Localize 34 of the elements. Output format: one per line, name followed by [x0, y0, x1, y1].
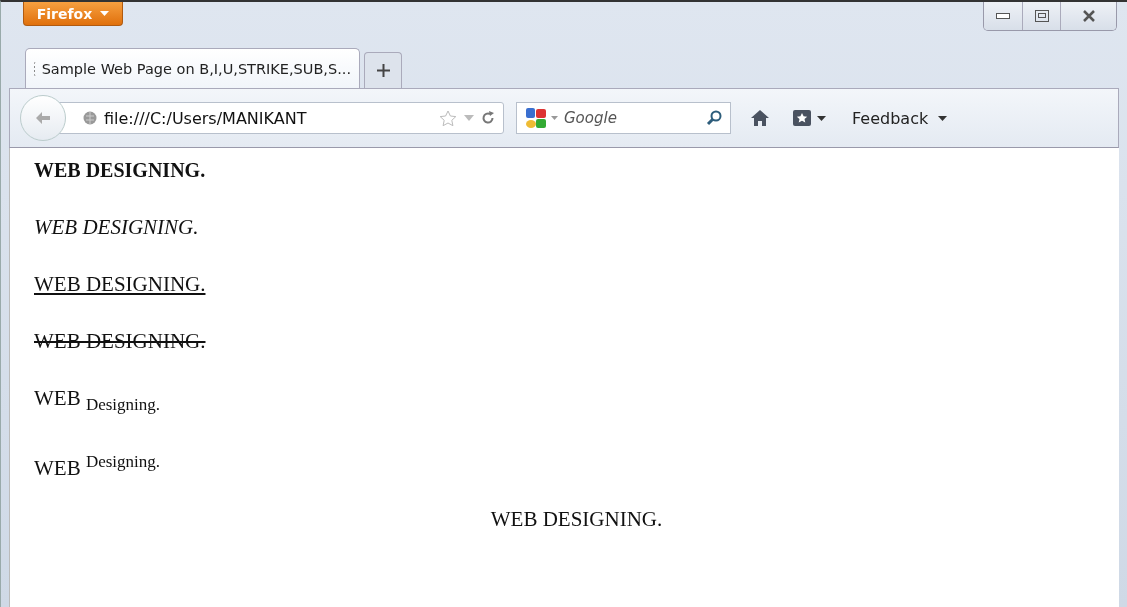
close-button[interactable] [1060, 2, 1116, 30]
google-logo-icon [525, 107, 547, 129]
underlined-text: WEB DESIGNING. [34, 272, 206, 296]
close-icon [1081, 10, 1096, 22]
maximize-button[interactable] [1022, 2, 1060, 30]
plus-icon [376, 64, 390, 77]
page-text: WEB [34, 456, 81, 481]
home-icon [751, 110, 769, 126]
reload-icon[interactable] [481, 111, 495, 125]
caret-icon [817, 115, 826, 121]
caret-icon [938, 115, 948, 121]
italic-text: WEB DESIGNING. [34, 215, 199, 239]
address-text: file:///C:/Users/MANIKANT [104, 108, 308, 128]
globe-icon [83, 111, 97, 125]
search-icon[interactable] [706, 110, 722, 126]
dropdown-icon[interactable] [551, 116, 558, 120]
strikethrough-text: WEB DESIGNING. [34, 329, 206, 353]
caret-icon [100, 10, 110, 17]
superscript-text: Designing. [85, 452, 161, 472]
address-bar[interactable]: file:///C:/Users/MANIKANT [58, 102, 504, 134]
new-tab-button[interactable] [364, 52, 402, 88]
back-arrow-icon [35, 111, 51, 125]
minimize-icon [996, 13, 1010, 19]
feedback-button[interactable]: Feedback [846, 107, 954, 129]
subscript-text: Designing. [85, 395, 161, 415]
browser-tab[interactable]: Sample Web Page on B,I,U,STRIKE,SUB,S... [25, 48, 360, 88]
page-text: WEB [34, 386, 81, 410]
star-box-icon [793, 110, 811, 126]
star-icon[interactable] [439, 109, 457, 127]
centered-text: WEB DESIGNING. [490, 507, 663, 532]
bold-text: WEB DESIGNING. [34, 159, 206, 181]
search-bar[interactable]: Google [516, 102, 731, 134]
maximize-icon [1034, 10, 1049, 22]
minimize-button[interactable] [984, 2, 1022, 30]
